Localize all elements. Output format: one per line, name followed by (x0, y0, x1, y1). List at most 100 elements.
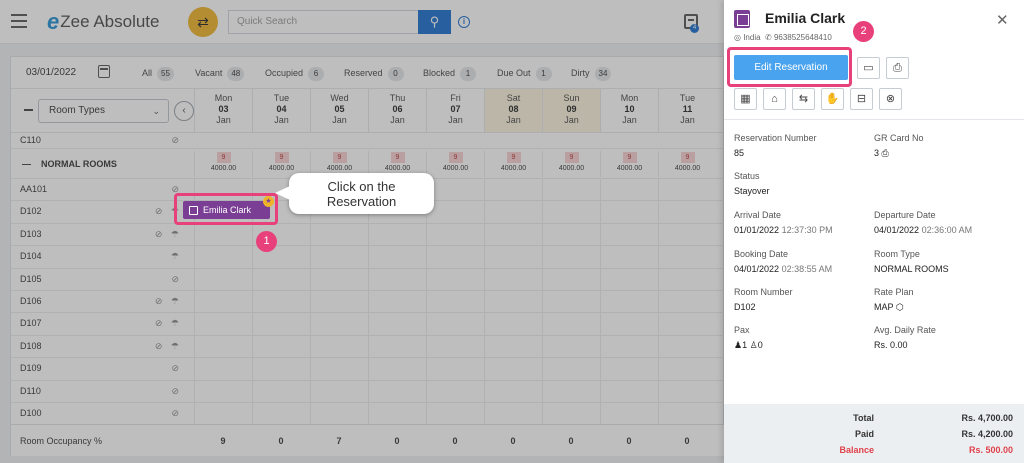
reservation-bar[interactable]: Emilia Clark ★ (183, 196, 274, 219)
grid-cell[interactable] (368, 223, 426, 246)
grid-cell[interactable] (484, 403, 542, 425)
grid-cell[interactable] (368, 403, 426, 425)
grid-cell[interactable] (542, 380, 600, 402)
filter-reserved[interactable]: Reserved 0 (344, 67, 404, 81)
grid-cell[interactable] (484, 179, 542, 201)
room-number[interactable]: D102 (20, 206, 42, 216)
room-number[interactable]: D103 (20, 229, 42, 239)
grid-cell[interactable] (600, 223, 658, 246)
room-number[interactable]: D109 (20, 363, 42, 373)
grid-cell[interactable] (600, 201, 658, 223)
grid-cell[interactable] (426, 403, 484, 425)
grid-cell[interactable] (658, 380, 716, 402)
grid-cell[interactable] (600, 380, 658, 402)
grid-cell[interactable] (426, 380, 484, 402)
close-icon[interactable]: ✕ (996, 11, 1009, 29)
grid-cell[interactable] (484, 246, 542, 268)
info-icon[interactable]: i (458, 16, 470, 28)
grid-cell[interactable] (600, 179, 658, 201)
room-number[interactable]: D105 (20, 274, 42, 284)
grid-cell[interactable] (600, 403, 658, 425)
grid-cell[interactable] (252, 313, 310, 335)
grid-cell[interactable] (484, 223, 542, 246)
grid-cell[interactable] (658, 179, 716, 201)
room-number[interactable]: D106 (20, 296, 42, 306)
grid-cell[interactable] (252, 291, 310, 313)
grid-cell[interactable] (658, 246, 716, 268)
grid-cell[interactable] (658, 291, 716, 313)
menu-icon[interactable] (11, 14, 27, 28)
previous-dates-button[interactable]: ‹ (174, 101, 194, 121)
grid-cell[interactable] (310, 223, 368, 246)
filter-all[interactable]: All 55 (142, 67, 174, 81)
grid-cell[interactable] (658, 201, 716, 223)
filter-due-out[interactable]: Due Out 1 (497, 67, 552, 81)
grid-cell[interactable] (194, 268, 252, 290)
date-display[interactable]: 03/01/2022 (26, 67, 76, 78)
grid-cell[interactable] (426, 268, 484, 290)
search-button[interactable]: ⚲ (418, 10, 451, 34)
grid-cell[interactable] (484, 201, 542, 223)
grid-cell[interactable] (600, 268, 658, 290)
grid-cell[interactable] (426, 201, 484, 223)
grid-cell[interactable] (194, 246, 252, 268)
grid-cell[interactable] (310, 291, 368, 313)
grid-cell[interactable] (542, 246, 600, 268)
grid-cell[interactable] (194, 313, 252, 335)
grid-cell[interactable] (542, 201, 600, 223)
grid-cell[interactable] (368, 246, 426, 268)
grid-cell[interactable] (484, 291, 542, 313)
grid-cell[interactable] (310, 313, 368, 335)
room-move-icon[interactable]: ⌂ (763, 88, 786, 110)
grid-cell[interactable] (542, 335, 600, 358)
calendar-icon[interactable] (98, 65, 110, 78)
grid-cell[interactable] (252, 403, 310, 425)
grid-cell[interactable] (658, 223, 716, 246)
filter-occupied[interactable]: Occupied 6 (265, 67, 325, 81)
filter-blocked[interactable]: Blocked 1 (423, 67, 477, 81)
grid-cell[interactable] (426, 246, 484, 268)
filter-dirty[interactable]: Dirty 34 (571, 67, 612, 81)
grid-cell[interactable] (310, 358, 368, 380)
grid-cell[interactable] (368, 291, 426, 313)
grid-cell[interactable] (542, 291, 600, 313)
grid-cell[interactable] (600, 358, 658, 380)
cancel-icon[interactable]: ⊗ (879, 88, 902, 110)
grid-cell[interactable] (368, 380, 426, 402)
grid-cell[interactable] (426, 223, 484, 246)
grid-cell[interactable] (484, 313, 542, 335)
grid-cell[interactable] (194, 335, 252, 358)
card-icon[interactable]: ▭ (857, 57, 880, 79)
room-type-select[interactable]: Room Types ⌄ (38, 99, 169, 123)
grid-cell[interactable] (426, 313, 484, 335)
grid-cell[interactable] (368, 358, 426, 380)
grid-cell[interactable] (368, 335, 426, 358)
grid-cell[interactable] (310, 335, 368, 358)
grid-cell[interactable] (252, 335, 310, 358)
grid-cell[interactable] (310, 380, 368, 402)
grid-cell[interactable] (194, 223, 252, 246)
grid-cell[interactable] (310, 403, 368, 425)
grid-cell[interactable] (368, 313, 426, 335)
grid-cell[interactable] (658, 268, 716, 290)
grid-cell[interactable] (600, 291, 658, 313)
grid-cell[interactable] (426, 179, 484, 201)
grid-cell[interactable] (310, 268, 368, 290)
grid-cell[interactable] (542, 179, 600, 201)
grid-cell[interactable] (484, 335, 542, 358)
room-number[interactable]: D104 (20, 251, 42, 261)
grid-cell[interactable] (658, 335, 716, 358)
grid-cell[interactable] (484, 380, 542, 402)
grid-cell[interactable] (252, 268, 310, 290)
search-input[interactable]: Quick Search (228, 10, 418, 34)
grid-cell[interactable] (600, 246, 658, 268)
print-icon[interactable]: ⎙ (886, 57, 909, 79)
grid-cell[interactable] (310, 246, 368, 268)
room-number[interactable]: D108 (20, 341, 42, 351)
grid-cell[interactable] (658, 403, 716, 425)
grid-cell[interactable] (426, 358, 484, 380)
filter-vacant[interactable]: Vacant 48 (195, 67, 245, 81)
grid-cell[interactable] (658, 358, 716, 380)
grid-cell[interactable] (484, 268, 542, 290)
grid-cell[interactable] (658, 313, 716, 335)
